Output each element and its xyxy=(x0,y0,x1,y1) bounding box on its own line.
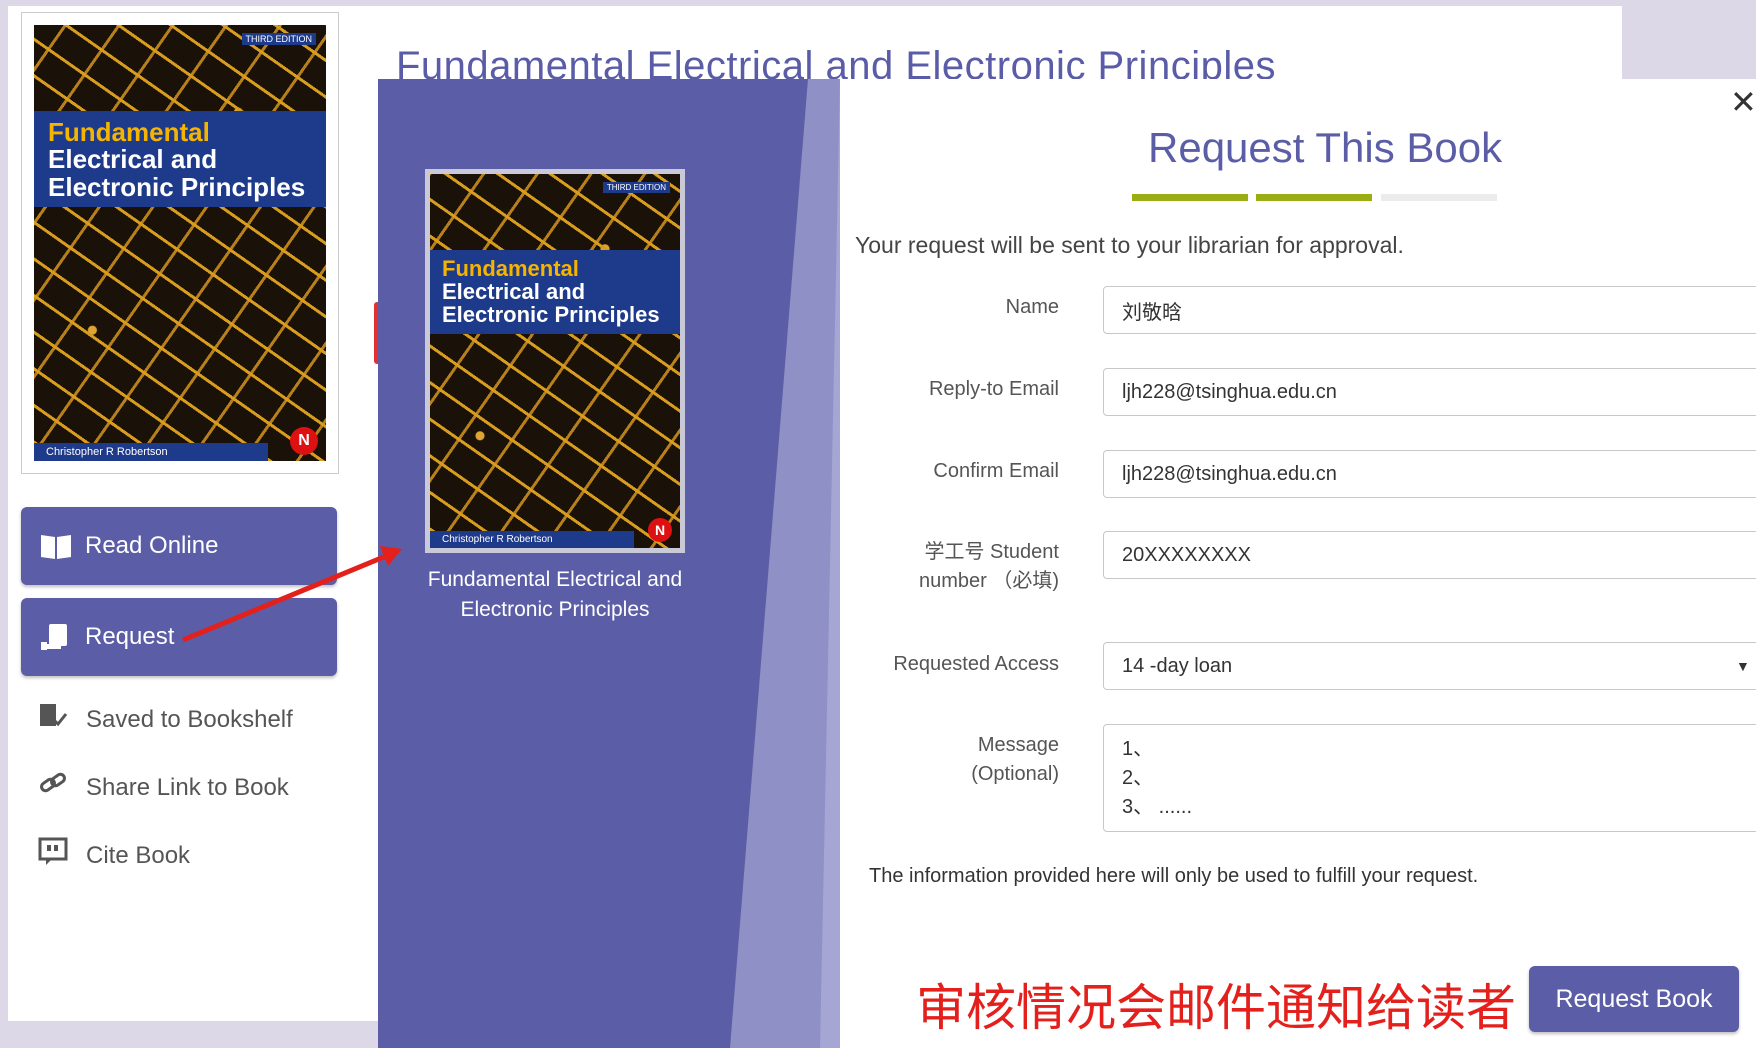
request-book-icon xyxy=(39,622,77,652)
cover-title-line: Electronic Principles xyxy=(48,171,306,202)
modal-divider-shape xyxy=(730,79,840,1048)
progress-step-2 xyxy=(1256,194,1372,201)
annotation-text: 审核情况会邮件通知给读者 xyxy=(916,980,1516,1036)
reply-email-field[interactable]: ljh228@tsinghua.edu.cn xyxy=(1103,368,1756,416)
request-book-button[interactable]: Request Book xyxy=(1529,966,1739,1032)
request-intro-text: Your request will be sent to your librar… xyxy=(855,232,1404,258)
link-icon xyxy=(38,770,72,805)
student-number-label-line2: number （必填) xyxy=(918,570,1059,592)
requested-access-label: Requested Access xyxy=(893,653,1059,675)
book-cover-frame[interactable]: THIRD EDITION Fundamental Electrical and… xyxy=(21,12,339,474)
modal-title: Request This Book xyxy=(1148,124,1503,171)
name-value: 刘敬晗 xyxy=(1122,301,1182,324)
message-label-line1: Message xyxy=(977,734,1059,756)
message-line: 1、 xyxy=(1122,738,1154,760)
requested-access-value: 14 -day loan xyxy=(1122,654,1233,677)
share-link-button[interactable]: Share Link to Book xyxy=(38,770,289,805)
cover-edition: THIRD EDITION xyxy=(241,33,316,45)
message-line: 3、 ...... xyxy=(1122,796,1193,818)
student-number-value: 20XXXXXXXX xyxy=(1122,543,1251,566)
read-online-label: Read Online xyxy=(85,532,219,559)
book-cover-image: THIRD EDITION Fundamental Electrical and… xyxy=(34,25,326,461)
modal-book-title: Fundamental Electrical and Electronic Pr… xyxy=(427,568,683,621)
reply-email-value: ljh228@tsinghua.edu.cn xyxy=(1122,380,1337,403)
request-button[interactable]: Request xyxy=(21,598,337,676)
cover-title-line: Electrical and xyxy=(48,144,218,175)
book-open-icon xyxy=(39,531,77,561)
confirm-email-field[interactable]: ljh228@tsinghua.edu.cn xyxy=(1103,450,1756,498)
dropdown-arrow-icon: ▼ xyxy=(1736,658,1750,674)
progress-step-1 xyxy=(1132,194,1248,201)
close-icon[interactable]: ✕ xyxy=(1730,86,1756,118)
cite-label: Cite Book xyxy=(86,841,191,869)
student-number-field[interactable]: 20XXXXXXXX xyxy=(1103,531,1756,579)
cover-title-band: Fundamental Electrical and Electronic Pr… xyxy=(34,111,326,207)
message-label-line2: (Optional) xyxy=(971,763,1059,785)
requested-access-select[interactable]: 14 -day loan ▼ xyxy=(1103,642,1756,690)
read-online-button[interactable]: Read Online xyxy=(21,507,337,585)
message-line: 2、 xyxy=(1122,767,1154,789)
modal-book-cover-frame: THIRD EDITION Fundamental Electrical and… xyxy=(425,169,685,553)
cover-title-line: Fundamental xyxy=(48,117,210,147)
bookshelf-check-icon xyxy=(38,702,72,737)
cover-edition: THIRD EDITION xyxy=(602,182,670,193)
saved-label: Saved to Bookshelf xyxy=(86,705,293,733)
progress-step-3 xyxy=(1381,194,1497,201)
name-label: Name xyxy=(1005,296,1059,318)
publisher-logo: N xyxy=(648,518,672,542)
quote-bubble-icon xyxy=(38,837,72,874)
cover-author: Christopher R Robertson xyxy=(430,531,634,548)
modal-book-cover-image: THIRD EDITION Fundamental Electrical and… xyxy=(430,174,680,548)
cite-book-link[interactable]: Cite Book xyxy=(38,837,190,874)
cover-title-band: Fundamental Electrical and Electronic Pr… xyxy=(430,250,680,334)
reply-email-label: Reply-to Email xyxy=(928,378,1059,400)
saved-to-bookshelf-link[interactable]: Saved to Bookshelf xyxy=(38,702,293,737)
student-number-label: 学工号 Student number （必填) xyxy=(919,538,1059,596)
name-field[interactable]: 刘敬晗 xyxy=(1103,286,1756,334)
student-number-label-line1: 学工号 Student xyxy=(924,541,1059,563)
cover-title-line: Electrical and xyxy=(442,279,586,305)
cover-author: Christopher R Robertson xyxy=(34,443,268,461)
cover-title-line: Fundamental xyxy=(442,256,579,281)
share-label: Share Link to Book xyxy=(86,773,289,801)
privacy-note: The information provided here will only … xyxy=(869,865,1479,887)
confirm-email-label: Confirm Email xyxy=(933,460,1059,482)
message-label: Message (Optional) xyxy=(971,731,1059,789)
confirm-email-value: ljh228@tsinghua.edu.cn xyxy=(1122,462,1337,485)
cover-title-line: Electronic Principles xyxy=(442,302,660,328)
publisher-logo: N xyxy=(290,427,318,455)
request-label: Request xyxy=(85,623,175,650)
message-textarea[interactable]: 1、 2、 3、 ...... xyxy=(1103,724,1756,832)
